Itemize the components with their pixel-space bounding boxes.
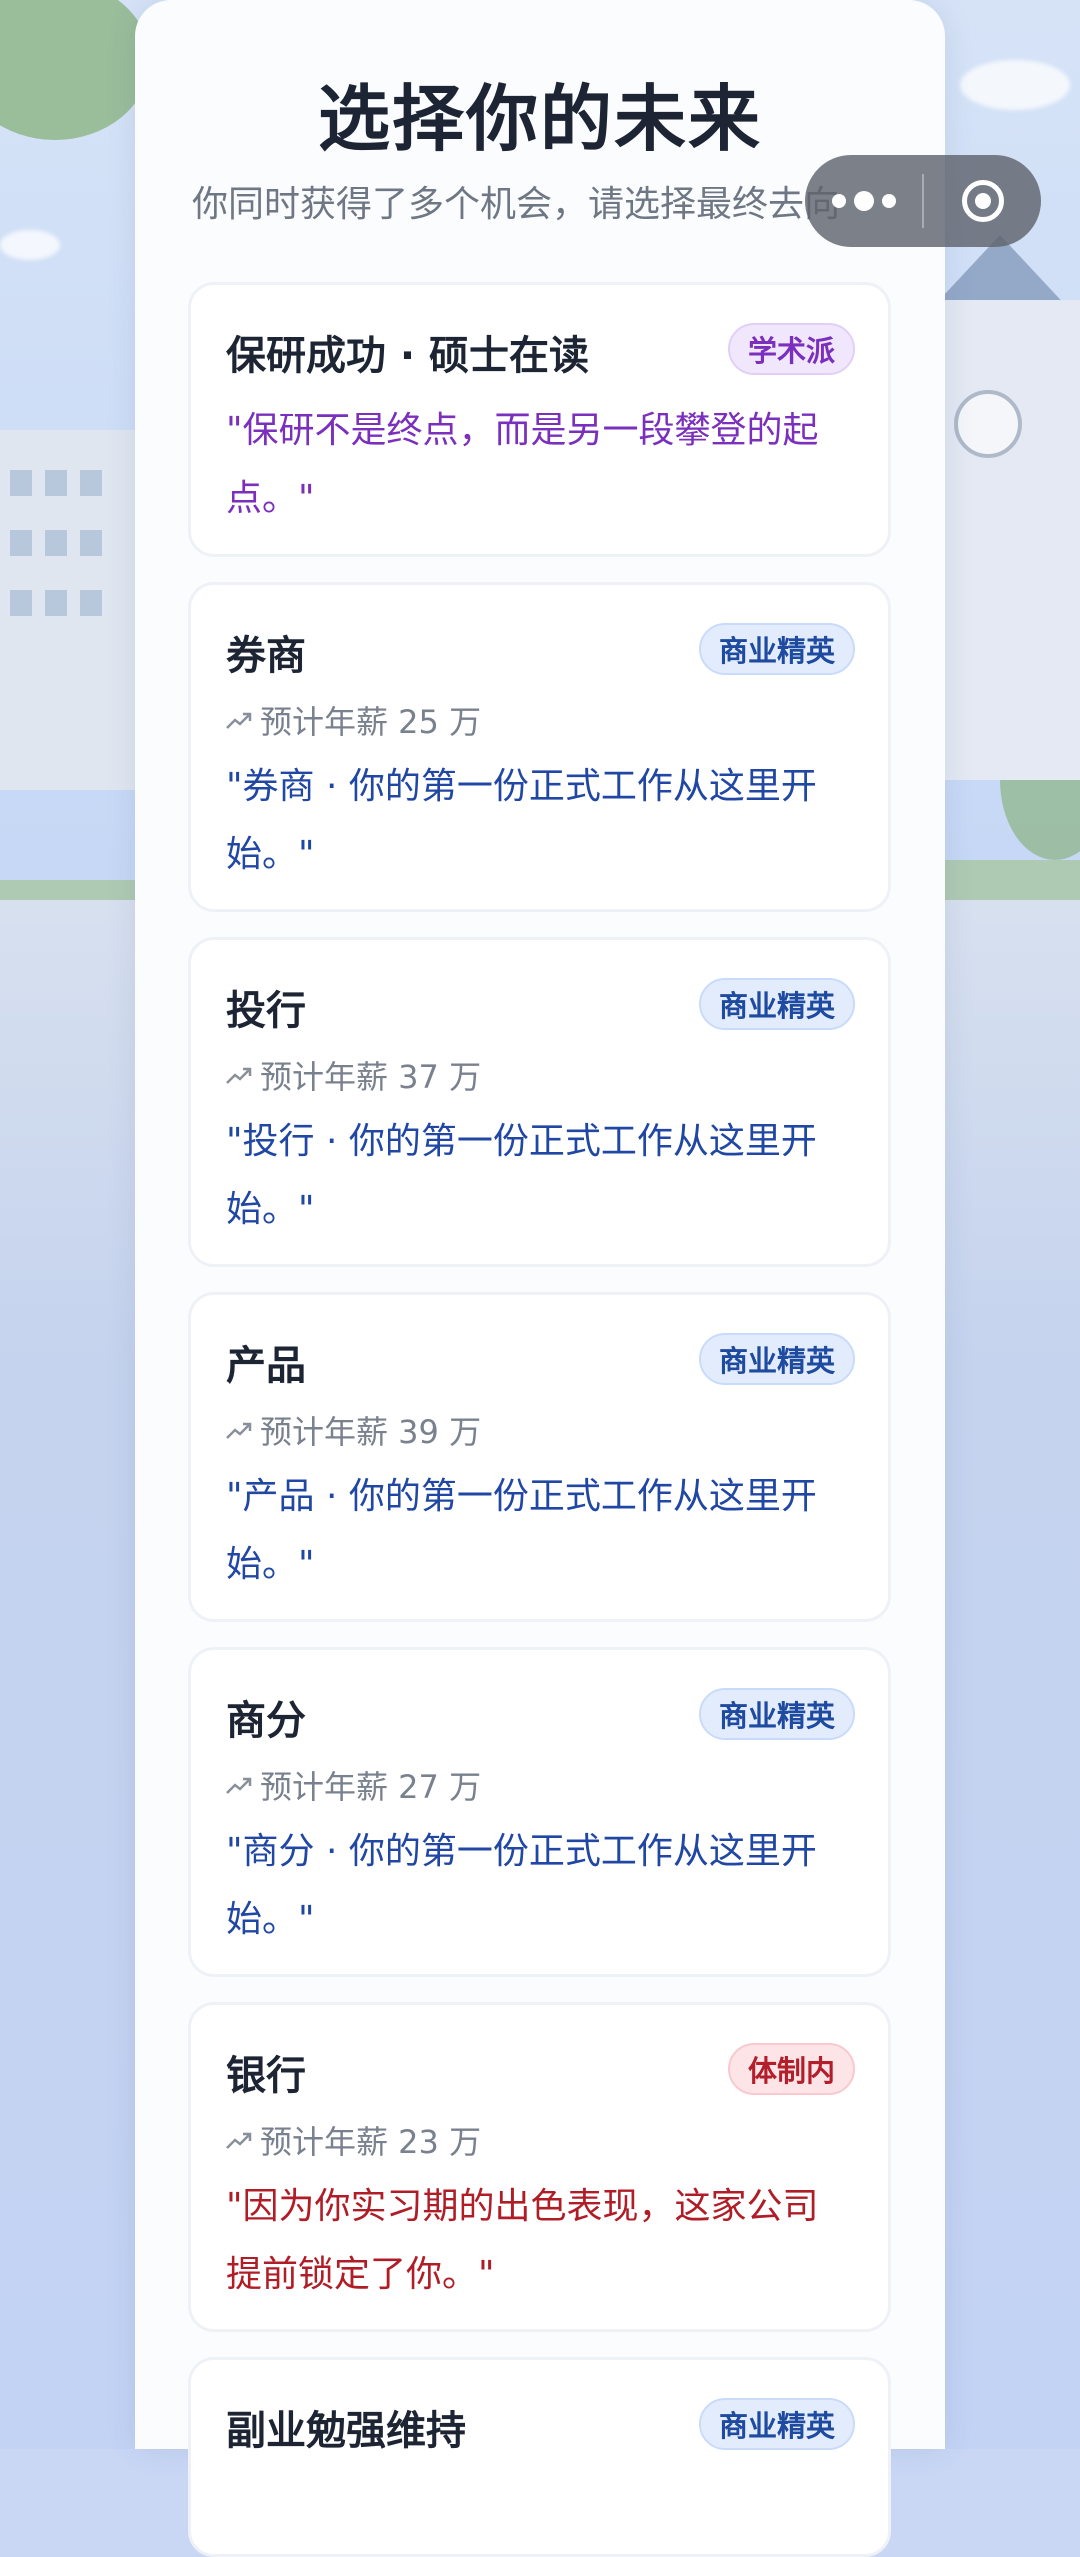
option-name: 商分 [226,1698,306,1744]
category-badge: 学术派 [727,323,855,375]
trending-up-icon [226,2132,252,2149]
trending-up-icon [226,1777,252,1794]
choice-panel: 选择你的未来 你同时获得了多个机会，请选择最终去向 保研成功 · 硕士在读 学术… [135,0,945,2557]
more-dots-icon[interactable] [805,155,922,247]
trending-up-icon [226,712,252,729]
salary-text: 预计年薪 25 万 [260,703,482,741]
option-quote: "保研不是终点，而是另一段攀登的起点。" [226,410,819,519]
cloud-decoration [0,230,60,260]
salary-row: 预计年薪 39 万 [226,1407,481,1453]
category-badge: 体制内 [727,2043,855,2095]
page-subtitle: 你同时获得了多个机会，请选择最终去向 [192,184,841,225]
tree-decoration [0,0,150,140]
option-card-product[interactable]: 产品 商业精英 预计年薪 39 万 "产品 · 你的第一份正式工作从这里开始。" [188,1292,891,1622]
page-title: 选择你的未来 [317,77,762,161]
building-decoration [0,430,140,790]
category-badge: 商业精英 [698,978,855,1030]
clock-tower-decoration [930,300,1080,780]
option-quote: "投行 · 你的第一份正式工作从这里开始。" [226,1121,817,1230]
option-quote: "因为你实习期的出色表现，这家公司提前锁定了你。" [226,2186,819,2295]
option-card-investment-bank[interactable]: 投行 商业精英 预计年薪 37 万 "投行 · 你的第一份正式工作从这里开始。" [188,937,891,1267]
option-quote: "产品 · 你的第一份正式工作从这里开始。" [226,1476,817,1585]
salary-row: 预计年薪 23 万 [226,2117,481,2163]
category-badge: 商业精英 [698,2398,855,2450]
salary-text: 预计年薪 37 万 [260,1058,482,1096]
close-target-icon[interactable] [924,155,1041,247]
cloud-decoration [960,60,1070,110]
salary-text: 预计年薪 27 万 [260,1768,482,1806]
option-name: 投行 [226,988,306,1034]
salary-text: 预计年薪 23 万 [260,2123,482,2161]
option-card-graduate[interactable]: 保研成功 · 硕士在读 学术派 "保研不是终点，而是另一段攀登的起点。" [188,282,891,557]
trending-up-icon [226,1067,252,1084]
option-card-bank[interactable]: 银行 体制内 预计年薪 23 万 "因为你实习期的出色表现，这家公司提前锁定了你… [188,2002,891,2332]
option-name: 银行 [226,2053,306,2099]
salary-row: 预计年薪 37 万 [226,1052,481,1098]
option-quote: "商分 · 你的第一份正式工作从这里开始。" [226,1831,817,1940]
option-card-brokerage[interactable]: 券商 商业精英 预计年薪 25 万 "券商 · 你的第一份正式工作从这里开始。" [188,582,891,912]
trending-up-icon [226,1422,252,1439]
category-badge: 商业精英 [698,1333,855,1385]
option-card-business-analyst[interactable]: 商分 商业精英 预计年薪 27 万 "商分 · 你的第一份正式工作从这里开始。" [188,1647,891,1977]
option-name: 券商 [226,633,306,679]
option-name: 保研成功 · 硕士在读 [226,333,590,379]
miniprogram-capsule [805,155,1041,247]
clock-icon [954,390,1022,458]
option-card-side-hustle[interactable]: 副业勉强维持 商业精英 [188,2357,891,2557]
option-name: 副业勉强维持 [226,2408,466,2454]
category-badge: 商业精英 [698,623,855,675]
salary-text: 预计年薪 39 万 [260,1413,482,1451]
category-badge: 商业精英 [698,1688,855,1740]
option-name: 产品 [226,1343,306,1389]
option-quote: "券商 · 你的第一份正式工作从这里开始。" [226,766,817,875]
salary-row: 预计年薪 25 万 [226,697,481,743]
salary-row: 预计年薪 27 万 [226,1762,481,1808]
